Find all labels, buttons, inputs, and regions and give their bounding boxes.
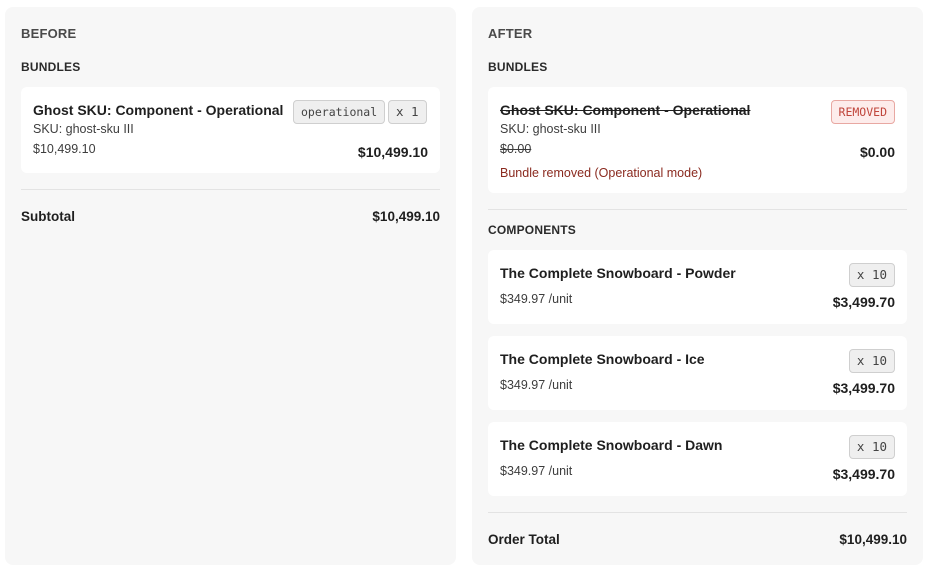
subtotal-label: Subtotal <box>21 209 75 224</box>
component-name: The Complete Snowboard - Ice <box>500 351 705 367</box>
component-name: The Complete Snowboard - Powder <box>500 265 736 281</box>
quantity-badge: x 10 <box>848 263 895 287</box>
after-title: AFTER <box>488 26 533 41</box>
after-panel: AFTER BUNDLES Ghost SKU: Component - Ope… <box>472 7 923 565</box>
bundle-unit-price: $10,499.10 <box>33 142 96 156</box>
before-panel: BEFORE BUNDLES Ghost SKU: Component - Op… <box>5 7 456 565</box>
components-label: COMPONENTS <box>488 223 577 237</box>
mode-badge: operational <box>293 100 386 124</box>
component-unit-price: $349.97 /unit <box>500 292 573 306</box>
order-total-label: Order Total <box>488 532 560 547</box>
before-bundles-label: BUNDLES <box>21 60 81 74</box>
after-bundle-card: Ghost SKU: Component - Operational SKU: … <box>488 87 907 193</box>
bundle-removed-note: Bundle removed (Operational mode) <box>500 166 703 180</box>
component-card: The Complete Snowboard - Powder $349.97 … <box>488 250 907 324</box>
component-line-total: $3,499.70 <box>832 294 895 310</box>
subtotal-value: $10,499.10 <box>372 209 440 224</box>
component-card: The Complete Snowboard - Ice $349.97 /un… <box>488 336 907 410</box>
quantity-badge: x 10 <box>848 435 895 459</box>
component-line-total: $3,499.70 <box>832 380 895 396</box>
component-line-total: $3,499.70 <box>832 466 895 482</box>
removed-badge: REMOVED <box>830 100 895 124</box>
after-bundles-label: BUNDLES <box>488 60 548 74</box>
order-total-value: $10,499.10 <box>839 532 907 547</box>
component-unit-price: $349.97 /unit <box>500 464 573 478</box>
component-name: The Complete Snowboard - Dawn <box>500 437 723 453</box>
bundle-line-total: $0.00 <box>859 144 895 160</box>
component-unit-price: $349.97 /unit <box>500 378 573 392</box>
component-card: The Complete Snowboard - Dawn $349.97 /u… <box>488 422 907 496</box>
before-bundle-card: Ghost SKU: Component - Operational SKU: … <box>21 87 440 173</box>
divider <box>488 209 907 210</box>
bundle-name: Ghost SKU: Component - Operational <box>33 102 284 118</box>
before-title: BEFORE <box>21 26 77 41</box>
bundle-name: Ghost SKU: Component - Operational <box>500 102 751 118</box>
bundle-line-total: $10,499.10 <box>357 144 428 160</box>
bundle-sku: SKU: ghost-sku III <box>33 122 134 136</box>
bundle-unit-price: $0.00 <box>500 142 532 156</box>
quantity-badge: x 1 <box>388 100 427 124</box>
divider <box>21 189 440 190</box>
quantity-badge: x 10 <box>848 349 895 373</box>
divider <box>488 512 907 513</box>
bundle-sku: SKU: ghost-sku III <box>500 122 601 136</box>
